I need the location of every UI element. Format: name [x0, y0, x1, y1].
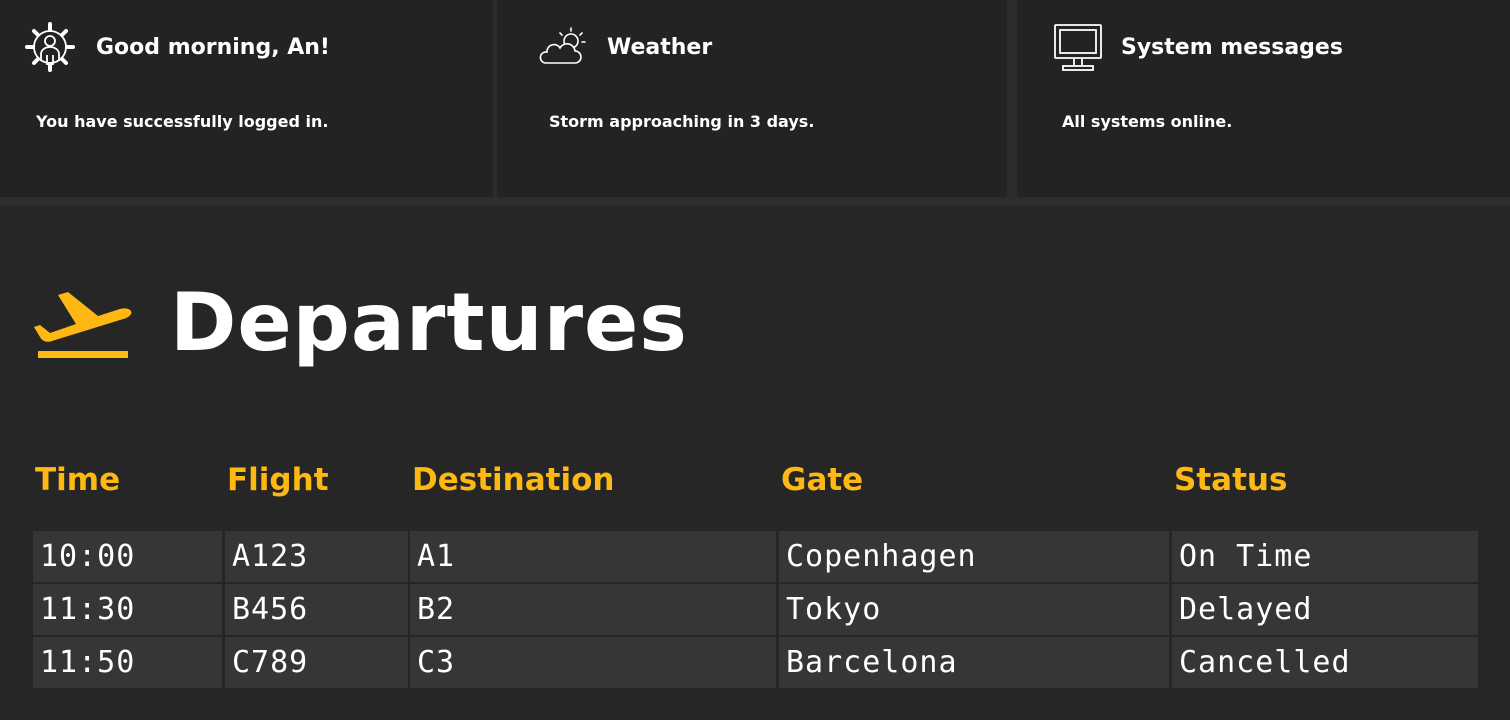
plane-departure-icon: [32, 281, 132, 365]
cell-time: 11:30: [33, 584, 222, 635]
weather-card-header: Weather: [537, 22, 712, 72]
table-row: 10:00 A123 A1 Copenhagen On Time: [33, 531, 1478, 582]
cell-gate: Tokyo: [779, 584, 1169, 635]
welcome-message: You have successfully logged in.: [36, 112, 329, 131]
cell-gate: Copenhagen: [779, 531, 1169, 582]
cell-flight: A123: [225, 531, 408, 582]
cell-time: 11:50: [33, 637, 222, 688]
cell-status: Cancelled: [1172, 637, 1478, 688]
cell-destination: A1: [410, 531, 776, 582]
column-header-destination: Destination: [412, 462, 615, 498]
departures-header: Departures: [32, 278, 688, 368]
cell-destination: B2: [410, 584, 776, 635]
cell-flight: B456: [225, 584, 408, 635]
welcome-card-header: Good morning, An!: [24, 22, 330, 72]
welcome-title: Good morning, An!: [96, 34, 330, 60]
weather-title: Weather: [607, 34, 713, 60]
system-title: System messages: [1121, 34, 1343, 60]
cell-status: On Time: [1172, 531, 1478, 582]
cell-flight: C789: [225, 637, 408, 688]
column-header-flight: Flight: [227, 462, 329, 498]
info-cards: Good morning, An! You have successfully …: [0, 0, 1510, 206]
cell-destination: C3: [410, 637, 776, 688]
column-header-time: Time: [35, 462, 121, 498]
welcome-card: Good morning, An! You have successfully …: [0, 0, 493, 197]
cell-gate: Barcelona: [779, 637, 1169, 688]
system-message: All systems online.: [1062, 112, 1233, 131]
monitor-icon: [1053, 22, 1103, 72]
weather-card: Weather Storm approaching in 3 days.: [497, 0, 1007, 197]
table-row: 11:30 B456 B2 Tokyo Delayed: [33, 584, 1478, 635]
departures-title: Departures: [170, 276, 688, 369]
column-header-gate: Gate: [781, 462, 864, 498]
weather-message: Storm approaching in 3 days.: [549, 112, 815, 131]
system-card: System messages All systems online.: [1017, 0, 1510, 197]
cell-time: 10:00: [33, 531, 222, 582]
column-header-status: Status: [1174, 462, 1288, 498]
cloud-sun-icon: [537, 25, 589, 69]
user-gear-icon: [24, 21, 76, 73]
system-card-header: System messages: [1053, 22, 1343, 72]
table-row: 11:50 C789 C3 Barcelona Cancelled: [33, 637, 1478, 688]
cell-status: Delayed: [1172, 584, 1478, 635]
